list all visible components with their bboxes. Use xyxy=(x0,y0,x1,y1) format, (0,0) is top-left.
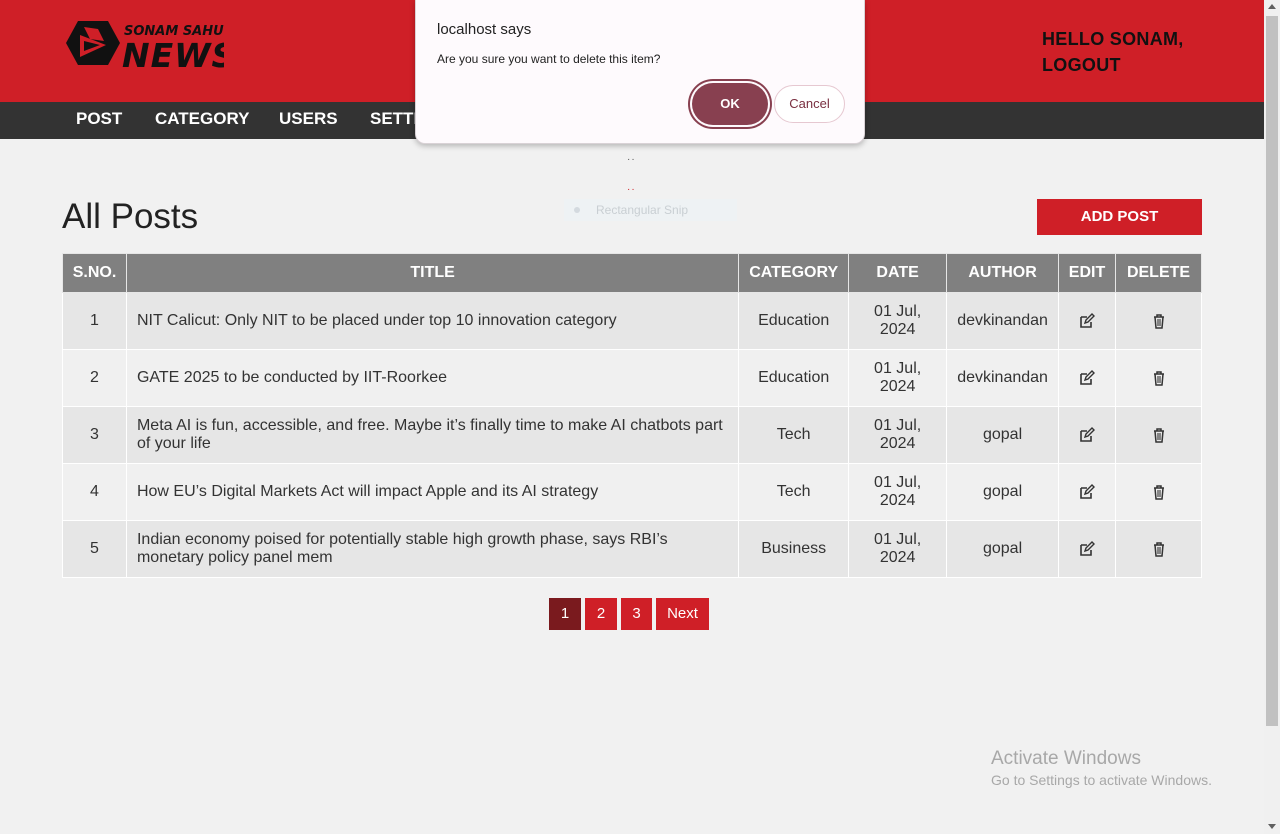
table-row: 4 How EU’s Digital Markets Act will impa… xyxy=(62,463,1202,521)
edit-icon[interactable] xyxy=(1079,312,1096,329)
logo-big-text: NEWS xyxy=(122,36,224,73)
table-row: 3 Meta AI is fun, accessible, and free. … xyxy=(62,406,1202,464)
cell-category: Education xyxy=(738,292,850,350)
cell-category: Education xyxy=(738,349,850,407)
col-header-title: TITLE xyxy=(125,253,740,293)
overlay-dots: ·· xyxy=(627,154,636,165)
col-header-author: AUTHOR xyxy=(946,253,1060,293)
table-row: 2 GATE 2025 to be conducted by IIT-Roork… xyxy=(62,349,1202,407)
cell-delete xyxy=(1115,406,1202,464)
cell-sno: 1 xyxy=(62,292,127,350)
cell-author: devkinandan xyxy=(946,292,1060,350)
cell-date: 01 Jul, 2024 xyxy=(848,463,948,521)
scrollbar-thumb[interactable] xyxy=(1266,16,1278,726)
nav-item-users[interactable]: USERS xyxy=(279,102,338,139)
next-page-button[interactable]: Next xyxy=(656,598,709,630)
cell-category: Tech xyxy=(738,463,850,521)
table-row: 5 Indian economy poised for potentially … xyxy=(62,520,1202,578)
ok-button[interactable]: OK xyxy=(692,83,768,125)
col-header-sno: S.NO. xyxy=(62,253,127,293)
user-greeting-block: HELLO SONAM, LOGOUT xyxy=(1042,26,1222,78)
activate-windows-subtitle: Go to Settings to activate Windows. xyxy=(991,772,1212,788)
cancel-button[interactable]: Cancel xyxy=(774,85,845,123)
cell-edit xyxy=(1058,406,1117,464)
site-logo[interactable]: SONAM SAHU NEWS xyxy=(64,17,224,73)
cell-title: Indian economy poised for potentially st… xyxy=(125,520,740,578)
edit-icon[interactable] xyxy=(1079,426,1096,443)
col-header-delete: DELETE xyxy=(1115,253,1202,293)
cell-sno: 4 xyxy=(62,463,127,521)
cell-title: GATE 2025 to be conducted by IIT-Roorkee xyxy=(125,349,740,407)
scroll-down-icon[interactable] xyxy=(1268,824,1276,829)
cell-date: 01 Jul, 2024 xyxy=(848,406,948,464)
trash-icon[interactable] xyxy=(1151,484,1167,500)
nav-item-post[interactable]: POST xyxy=(76,102,122,139)
snip-mode-icon xyxy=(574,207,580,213)
col-header-category: CATEGORY xyxy=(738,253,850,293)
cell-category: Tech xyxy=(738,406,850,464)
dialog-title: localhost says xyxy=(437,21,532,38)
trash-icon[interactable] xyxy=(1151,370,1167,386)
dialog-message: Are you sure you want to delete this ite… xyxy=(437,52,661,66)
cell-delete xyxy=(1115,292,1202,350)
cell-edit xyxy=(1058,349,1117,407)
snip-toolbar: Rectangular Snip xyxy=(564,199,737,221)
edit-icon[interactable] xyxy=(1079,369,1096,386)
edit-icon[interactable] xyxy=(1079,483,1096,500)
trash-icon[interactable] xyxy=(1151,313,1167,329)
cell-edit xyxy=(1058,463,1117,521)
overlay-dots-red: ·· xyxy=(627,184,636,195)
cell-author: devkinandan xyxy=(946,349,1060,407)
cell-sno: 2 xyxy=(62,349,127,407)
cell-category: Business xyxy=(738,520,850,578)
page-button-3[interactable]: 3 xyxy=(621,598,652,630)
cell-author: gopal xyxy=(946,463,1060,521)
col-header-date: DATE xyxy=(848,253,948,293)
table-row: 1 NIT Calicut: Only NIT to be placed und… xyxy=(62,292,1202,350)
play-logo-icon: SONAM SAHU NEWS xyxy=(66,21,224,73)
cell-sno: 3 xyxy=(62,406,127,464)
snip-label: Rectangular Snip xyxy=(596,203,689,217)
trash-icon[interactable] xyxy=(1151,427,1167,443)
confirm-dialog: localhost says Are you sure you want to … xyxy=(415,0,865,144)
cell-date: 01 Jul, 2024 xyxy=(848,349,948,407)
cell-title: Meta AI is fun, accessible, and free. Ma… xyxy=(125,406,740,464)
page-scrollbar[interactable] xyxy=(1264,0,1280,834)
col-header-edit: EDIT xyxy=(1058,253,1117,293)
page-button-2[interactable]: 2 xyxy=(585,598,617,630)
edit-icon[interactable] xyxy=(1079,540,1096,557)
cell-delete xyxy=(1115,349,1202,407)
greeting-text: HELLO SONAM, xyxy=(1042,29,1184,49)
page-title: All Posts xyxy=(62,197,199,236)
posts-table: S.NO. TITLE CATEGORY DATE AUTHOR EDIT DE… xyxy=(62,253,1202,578)
nav-item-category[interactable]: CATEGORY xyxy=(155,102,249,139)
cell-delete xyxy=(1115,463,1202,521)
nav-item-settings[interactable]: SETTI xyxy=(370,102,418,139)
trash-icon[interactable] xyxy=(1151,541,1167,557)
table-header-row: S.NO. TITLE CATEGORY DATE AUTHOR EDIT DE… xyxy=(62,253,1202,293)
cell-edit xyxy=(1058,292,1117,350)
logout-link[interactable]: LOGOUT xyxy=(1042,52,1222,78)
cell-author: gopal xyxy=(946,406,1060,464)
cell-title: How EU’s Digital Markets Act will impact… xyxy=(125,463,740,521)
cell-date: 01 Jul, 2024 xyxy=(848,520,948,578)
cell-title: NIT Calicut: Only NIT to be placed under… xyxy=(125,292,740,350)
add-post-button[interactable]: ADD POST xyxy=(1037,199,1202,235)
cell-delete xyxy=(1115,520,1202,578)
activate-windows-title: Activate Windows xyxy=(991,748,1141,769)
scroll-up-icon[interactable] xyxy=(1268,4,1276,9)
cell-date: 01 Jul, 2024 xyxy=(848,292,948,350)
cell-edit xyxy=(1058,520,1117,578)
cell-sno: 5 xyxy=(62,520,127,578)
page-button-1[interactable]: 1 xyxy=(549,598,581,630)
cell-author: gopal xyxy=(946,520,1060,578)
